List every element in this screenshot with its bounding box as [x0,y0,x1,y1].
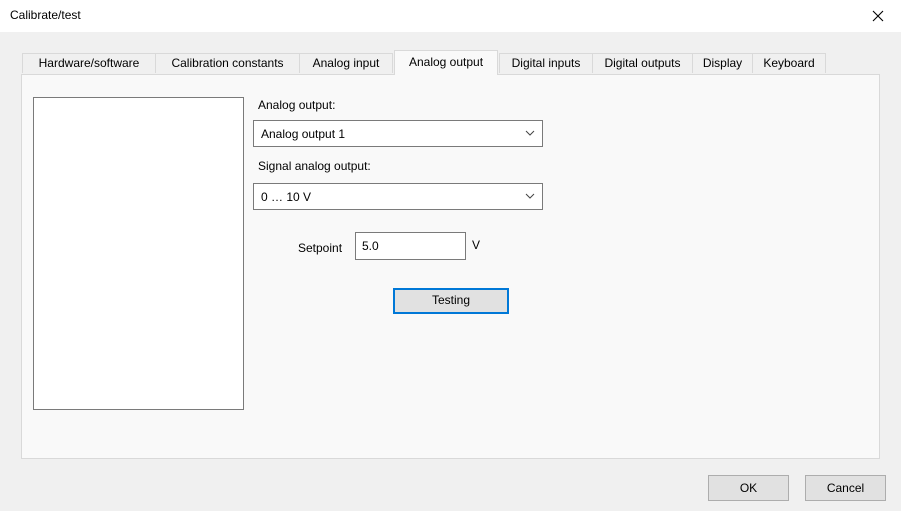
chevron-down-icon [525,130,535,136]
cancel-button[interactable]: Cancel [805,475,886,501]
signal-analog-output-label: Signal analog output: [258,159,371,173]
setpoint-label: Setpoint [298,241,343,255]
tab-hardware-software[interactable]: Hardware/software [22,53,156,73]
tab-digital-outputs[interactable]: Digital outputs [592,53,693,73]
setpoint-unit: V [472,238,481,252]
close-icon [872,10,884,22]
tab-digital-inputs[interactable]: Digital inputs [499,53,593,73]
signal-analog-output-value: 0 … 10 V [261,190,312,204]
close-button[interactable] [855,0,901,32]
tab-analog-input[interactable]: Analog input [299,53,393,73]
analog-output-select[interactable]: Analog output 1 [253,120,543,147]
tab-keyboard[interactable]: Keyboard [752,53,826,73]
tab-analog-output[interactable]: Analog output [394,50,498,75]
ok-button[interactable]: OK [708,475,789,501]
setpoint-input[interactable]: 5.0 [355,232,466,260]
analog-output-value: Analog output 1 [261,127,346,141]
output-list[interactable] [33,97,244,410]
signal-analog-output-select[interactable]: 0 … 10 V [253,183,543,210]
chevron-down-icon [525,193,535,199]
window-title: Calibrate/test [10,8,81,22]
tab-display[interactable]: Display [692,53,753,73]
tab-calibration-constants[interactable]: Calibration constants [155,53,300,73]
title-bar: Calibrate/test [0,0,901,32]
setpoint-value: 5.0 [362,239,379,253]
analog-output-label: Analog output: [258,98,336,112]
testing-button[interactable]: Testing [393,288,509,314]
